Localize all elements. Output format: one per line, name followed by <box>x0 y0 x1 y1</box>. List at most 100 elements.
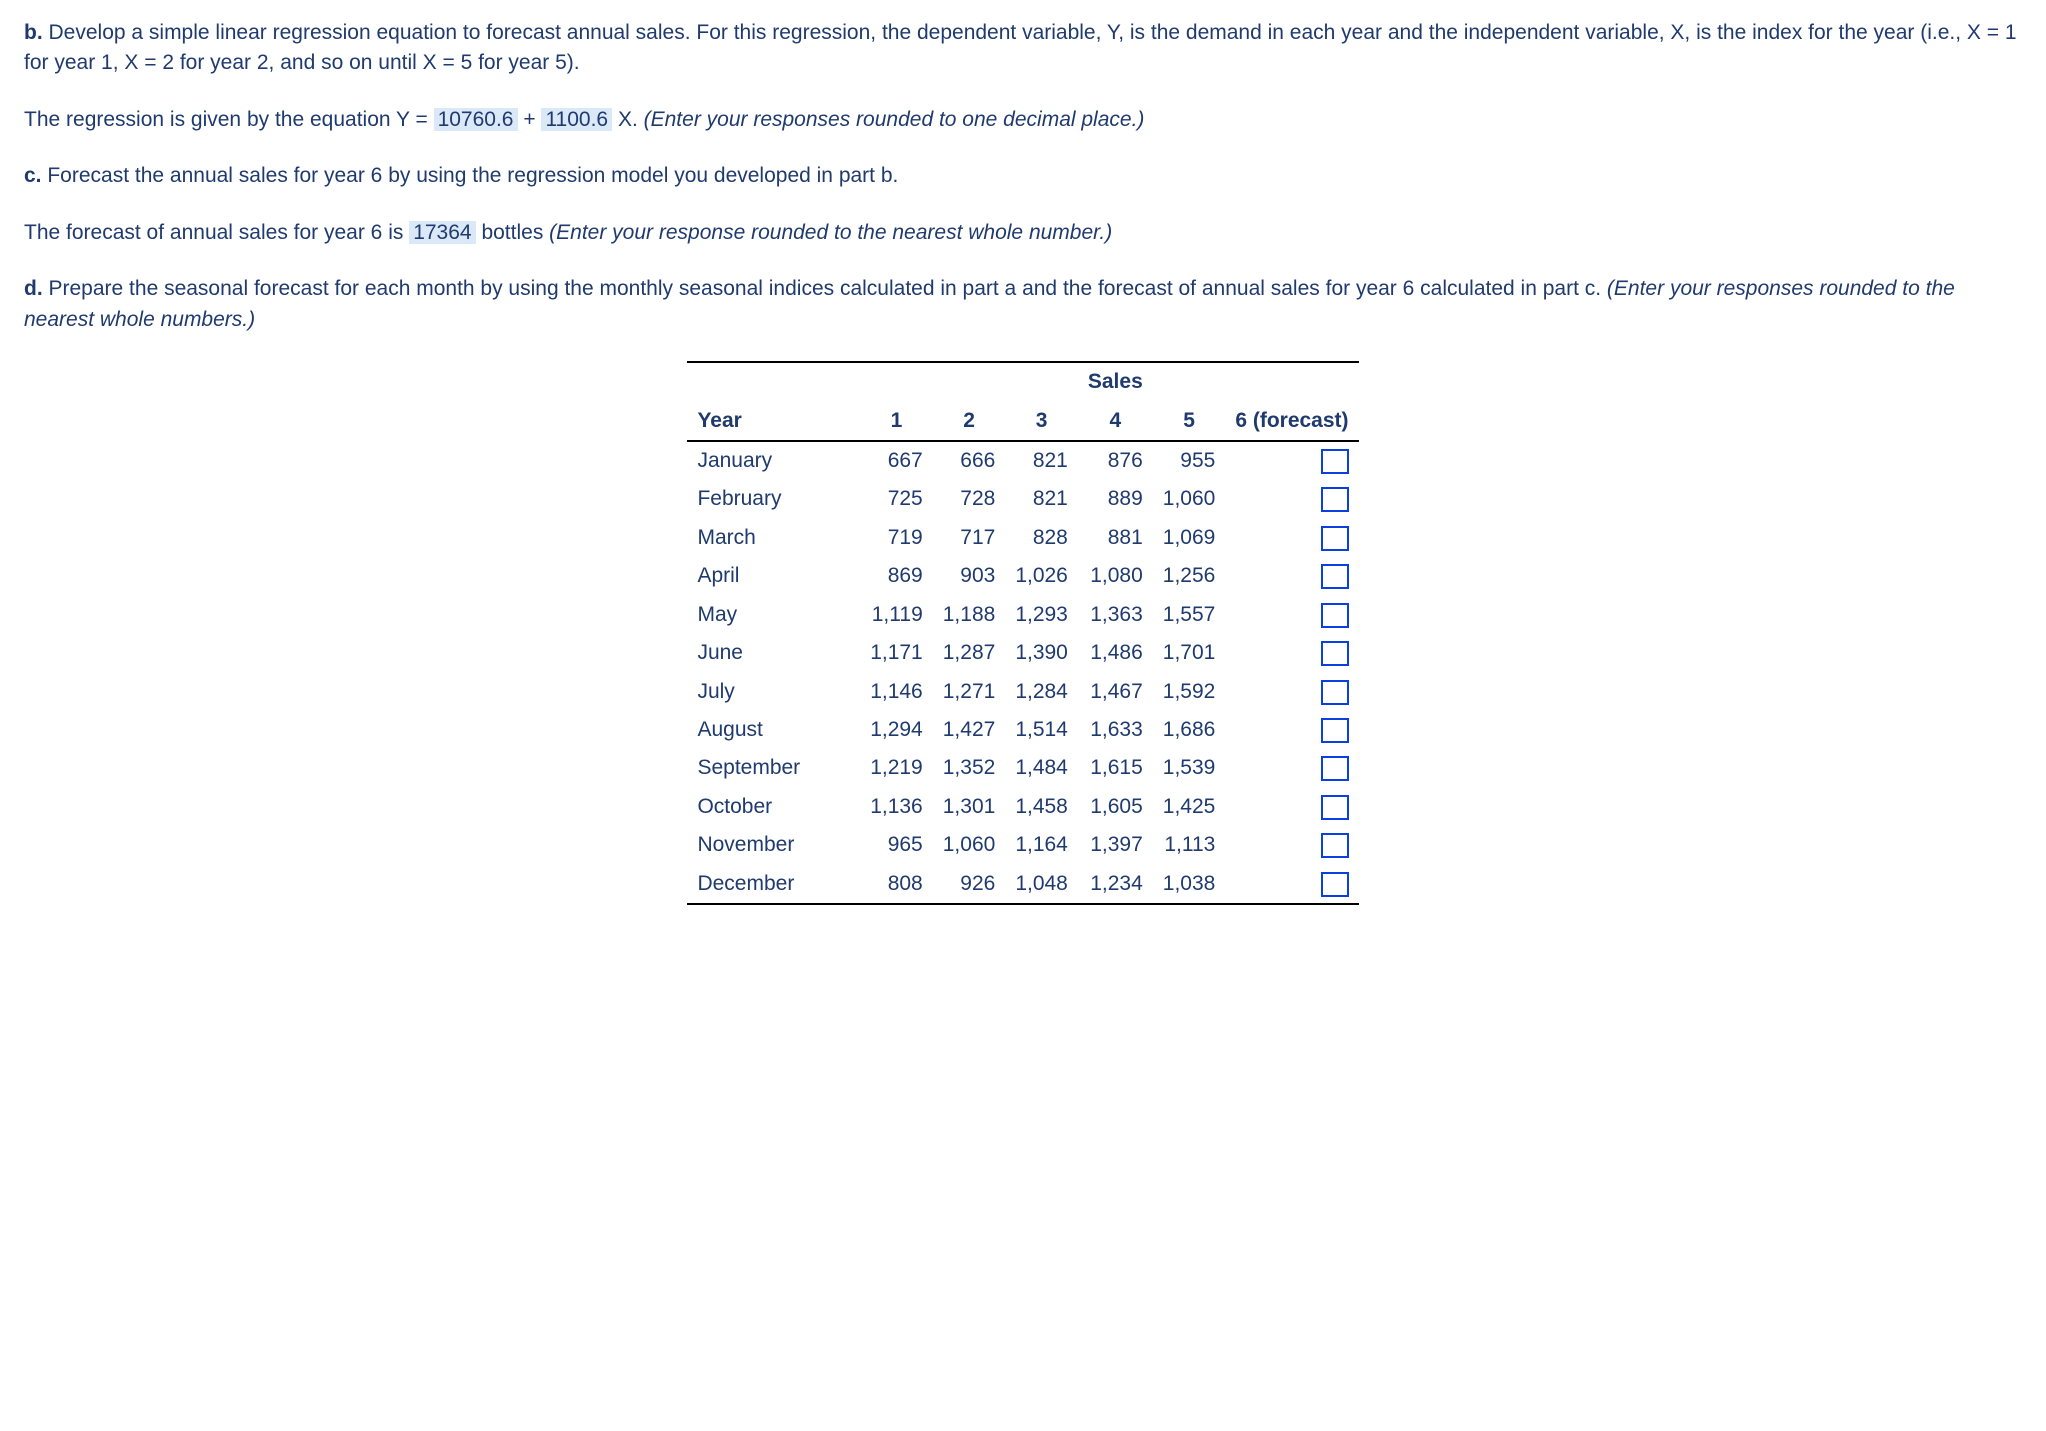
value-cell: 1,686 <box>1153 711 1226 749</box>
part-b-label: b. <box>24 21 43 44</box>
month-cell: December <box>687 865 860 904</box>
month-cell: October <box>687 788 860 826</box>
forecast-input[interactable] <box>1321 795 1349 820</box>
forecast-input[interactable] <box>1321 680 1349 705</box>
value-cell: 1,427 <box>933 711 1006 749</box>
value-cell: 1,119 <box>860 596 933 634</box>
forecast-cell <box>1225 519 1358 557</box>
value-cell: 1,287 <box>933 634 1006 672</box>
part-c-hint: (Enter your response rounded to the near… <box>549 221 1112 244</box>
value-cell: 1,390 <box>1005 634 1078 672</box>
value-cell: 869 <box>860 557 933 595</box>
forecast-input[interactable] <box>1321 564 1349 589</box>
value-cell: 1,171 <box>860 634 933 672</box>
month-cell: January <box>687 441 860 480</box>
sales-table-body: January667666821876955February7257288218… <box>687 441 1358 904</box>
month-cell: May <box>687 596 860 634</box>
value-cell: 1,234 <box>1078 865 1153 904</box>
value-cell: 1,301 <box>933 788 1006 826</box>
part-c-text: Forecast the annual sales for year 6 by … <box>42 164 899 187</box>
year6-forecast: 17364 <box>409 221 475 244</box>
value-cell: 1,615 <box>1078 749 1153 787</box>
forecast-input[interactable] <box>1321 449 1349 474</box>
c-pre: The forecast of annual sales for year 6 … <box>24 221 409 244</box>
value-cell: 1,352 <box>933 749 1006 787</box>
value-cell: 1,605 <box>1078 788 1153 826</box>
month-cell: November <box>687 826 860 864</box>
table-row: January667666821876955 <box>687 441 1358 480</box>
value-cell: 1,294 <box>860 711 933 749</box>
forecast-cell <box>1225 673 1358 711</box>
month-cell: April <box>687 557 860 595</box>
value-cell: 725 <box>860 480 933 518</box>
forecast-cell <box>1225 634 1358 672</box>
c-post: bottles <box>476 221 550 244</box>
part-b-prompt: b. Develop a simple linear regression eq… <box>24 18 2022 79</box>
year-header: Year <box>687 402 860 441</box>
month-cell: July <box>687 673 860 711</box>
part-c-prompt: c. Forecast the annual sales for year 6 … <box>24 161 2022 191</box>
value-cell: 1,425 <box>1153 788 1226 826</box>
value-cell: 1,539 <box>1153 749 1226 787</box>
value-cell: 1,458 <box>1005 788 1078 826</box>
value-cell: 965 <box>860 826 933 864</box>
table-row: March7197178288811,069 <box>687 519 1358 557</box>
regression-slope: 1100.6 <box>541 108 612 131</box>
col-2: 2 <box>933 402 1006 441</box>
value-cell: 1,363 <box>1078 596 1153 634</box>
value-cell: 876 <box>1078 441 1153 480</box>
value-cell: 667 <box>860 441 933 480</box>
sales-header: Sales <box>1078 362 1153 401</box>
table-row: May1,1191,1881,2931,3631,557 <box>687 596 1358 634</box>
forecast-input[interactable] <box>1321 833 1349 858</box>
value-cell: 717 <box>933 519 1006 557</box>
table-row: December8089261,0481,2341,038 <box>687 865 1358 904</box>
value-cell: 903 <box>933 557 1006 595</box>
table-row: June1,1711,2871,3901,4861,701 <box>687 634 1358 672</box>
value-cell: 1,048 <box>1005 865 1078 904</box>
col-4: 4 <box>1078 402 1153 441</box>
value-cell: 1,397 <box>1078 826 1153 864</box>
value-cell: 1,557 <box>1153 596 1226 634</box>
part-c-answer: The forecast of annual sales for year 6 … <box>24 218 2022 248</box>
forecast-input[interactable] <box>1321 756 1349 781</box>
value-cell: 1,271 <box>933 673 1006 711</box>
question-page: b. Develop a simple linear regression eq… <box>0 0 2046 945</box>
part-d-text: Prepare the seasonal forecast for each m… <box>43 277 1607 300</box>
value-cell: 1,633 <box>1078 711 1153 749</box>
value-cell: 881 <box>1078 519 1153 557</box>
part-d-label: d. <box>24 277 43 300</box>
value-cell: 1,069 <box>1153 519 1226 557</box>
forecast-input[interactable] <box>1321 641 1349 666</box>
value-cell: 821 <box>1005 441 1078 480</box>
forecast-input[interactable] <box>1321 603 1349 628</box>
table-row: July1,1461,2711,2841,4671,592 <box>687 673 1358 711</box>
value-cell: 1,293 <box>1005 596 1078 634</box>
value-cell: 808 <box>860 865 933 904</box>
value-cell: 719 <box>860 519 933 557</box>
month-cell: February <box>687 480 860 518</box>
month-cell: August <box>687 711 860 749</box>
forecast-input[interactable] <box>1321 872 1349 897</box>
value-cell: 1,060 <box>933 826 1006 864</box>
value-cell: 889 <box>1078 480 1153 518</box>
forecast-cell <box>1225 480 1358 518</box>
value-cell: 1,026 <box>1005 557 1078 595</box>
forecast-cell <box>1225 865 1358 904</box>
month-cell: June <box>687 634 860 672</box>
value-cell: 1,701 <box>1153 634 1226 672</box>
value-cell: 1,467 <box>1078 673 1153 711</box>
month-cell: September <box>687 749 860 787</box>
value-cell: 1,164 <box>1005 826 1078 864</box>
value-cell: 1,146 <box>860 673 933 711</box>
sales-table: Sales Year 1 2 3 4 5 6 (forecast) Januar… <box>687 361 1358 905</box>
forecast-input[interactable] <box>1321 487 1349 512</box>
part-b-equation: The regression is given by the equation … <box>24 105 2022 135</box>
table-row: April8699031,0261,0801,256 <box>687 557 1358 595</box>
forecast-input[interactable] <box>1321 718 1349 743</box>
table-row: November9651,0601,1641,3971,113 <box>687 826 1358 864</box>
value-cell: 1,038 <box>1153 865 1226 904</box>
value-cell: 728 <box>933 480 1006 518</box>
forecast-input[interactable] <box>1321 526 1349 551</box>
value-cell: 828 <box>1005 519 1078 557</box>
